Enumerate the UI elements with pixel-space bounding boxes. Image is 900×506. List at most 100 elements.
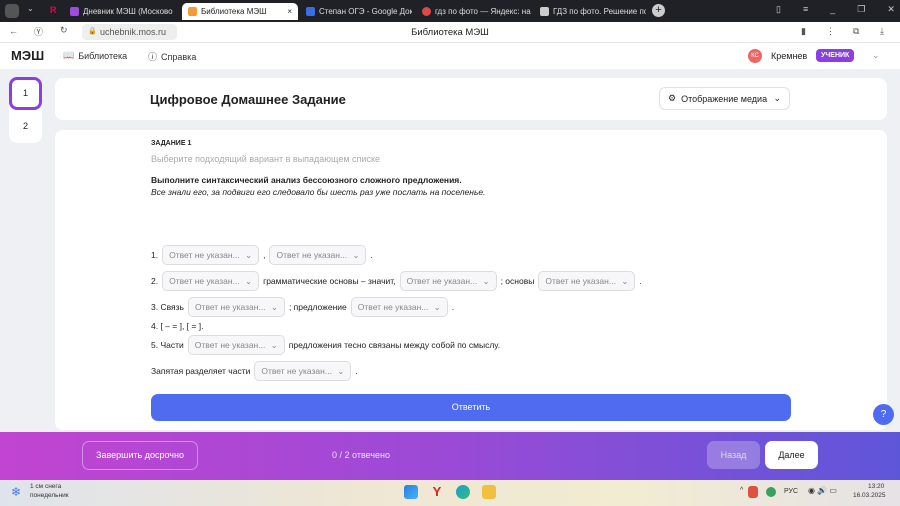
answer-select[interactable]: Ответ не указан... ⌄ [269,245,367,265]
select-placeholder: Ответ не указан... [261,366,332,376]
browser-tab-bar: ⌄ R Дневник МЭШ (Москово Библиотека МЭШ ×… [0,0,900,22]
bookmarks-icon[interactable]: ▯ [776,4,781,15]
download-icon[interactable]: ⤓ [880,26,884,37]
media-display-button[interactable]: ⚙ Отображение медиа ⌄ [659,87,790,110]
tab-google-doc[interactable]: Степан ОГЭ - Google Док [300,3,412,20]
more-icon[interactable]: ⋮ [826,26,835,37]
snow-weather-icon[interactable]: ❄ [11,485,21,499]
tab-favicon [422,7,431,16]
extensions-icon[interactable]: ⧉ [853,26,859,37]
row-text: грамматические основы – значит, [263,276,396,286]
tabs-dropdown-icon[interactable]: ⌄ [27,4,34,13]
task-nav-1[interactable]: 1 [9,77,42,110]
app-header: МЭШ 📖 Библиотека ⓘ Справка КС Кремнев УЧЕН… [0,43,900,69]
nav-library[interactable]: 📖 Библиотека [63,50,127,61]
answer-select[interactable]: Ответ не указан... ⌄ [162,271,260,291]
task-sentence: Все знали его, за подвиги его следовало … [151,187,486,197]
file-explorer-icon[interactable] [482,485,496,499]
answer-row-5: 5. Части Ответ не указан... ⌄ предложения… [151,335,500,355]
yandex-browser-taskbar-icon[interactable]: Y [430,485,444,499]
back-button[interactable]: Назад [707,441,760,469]
tab-yandex-search[interactable]: гдз по фото — Яндекс: на [416,3,532,20]
finish-early-button[interactable]: Завершить досрочно [82,441,198,470]
row-text: 4. [ – = ], [ = ]. [151,321,204,331]
task-hint: Выберите подходящий вариант в выпадающем… [151,154,380,164]
chevron-down-icon: ⌄ [352,249,360,260]
task-nav-2[interactable]: 2 [9,114,42,138]
chevron-down-icon[interactable]: ⌄ [872,50,880,61]
answer-select[interactable]: Ответ не указан... ⌄ [254,361,352,381]
help-button[interactable]: ? [873,404,894,425]
maximize-icon[interactable]: ❐ [857,4,865,15]
clock-time: 13:20 [868,483,885,490]
browser-profile-icon[interactable] [5,4,19,18]
task-instruction: Выполните синтаксический анализ бессоюзн… [151,175,462,185]
page-title-bar: Библиотека МЭШ [411,27,489,38]
bookmark-icon[interactable]: ▮ [801,26,806,37]
tab-biblioteka[interactable]: Библиотека МЭШ × [182,3,298,20]
answer-select[interactable]: Ответ не указан... ⌄ [399,271,497,291]
language-indicator[interactable]: РУС [784,488,798,495]
mesh-logo[interactable]: МЭШ [11,48,44,63]
row-text: ; предложение [288,302,347,312]
tab-favicon [70,7,79,16]
user-name[interactable]: Кремнев [771,51,807,61]
select-placeholder: Ответ не указан... [357,302,429,312]
tab-label: Степан ОГЭ - Google Док [319,7,412,16]
tab-gdz[interactable]: ГДЗ по фото. Решение по [534,3,646,20]
page-title: Цифровое Домашнее Задание [150,92,346,107]
tab-label: ГДЗ по фото. Решение по [553,7,646,16]
submit-answer-button[interactable]: Ответить [151,394,791,421]
tab-dnevnik[interactable]: Дневник МЭШ (Москово [64,3,180,20]
select-placeholder: Ответ не указан... [194,340,266,350]
answer-row-1: 1. Ответ не указан... ⌄ , Ответ не указан… [151,245,373,265]
select-placeholder: Ответ не указан... [276,250,348,260]
window-controls: ▯ ≡ _ ❐ ✕ [776,4,895,15]
chevron-down-icon: ⌄ [270,339,278,350]
wifi-volume-battery-icons[interactable]: ◉ 🔊 ▭ [808,486,837,495]
answer-select[interactable]: Ответ не указан... ⌄ [162,245,260,265]
windows-taskbar: ❄ 1 см снега понедельник ^ РУС ◉ 🔊 ▭ 13:… [0,480,900,506]
answer-select[interactable]: Ответ не указан... ⌄ [187,335,285,355]
book-icon: 📖 [63,50,75,60]
header-card: Цифровое Домашнее Задание ⚙ Отображение м… [55,78,887,120]
answer-row-4: 4. [ – = ], [ = ]. [151,321,203,331]
row-text: предложения тесно связаны между собой по… [288,340,501,350]
close-window-icon[interactable]: ✕ [887,4,895,15]
nav-label: Библиотека [78,50,128,61]
answer-row-3: 3. Связь Ответ не указан... ⌄ ; предложен… [151,297,454,317]
tab-label: Дневник МЭШ (Москово [83,7,173,16]
tray-app-icon[interactable] [748,486,758,498]
settings-icon: ⚙ [668,93,677,103]
clock-date: 16.03.2025 [853,492,886,499]
task-label: ЗАДАНИЕ 1 [151,140,192,147]
select-placeholder: Ответ не указан... [169,276,240,286]
answer-select[interactable]: Ответ не указан... ⌄ [538,271,636,291]
answer-select[interactable]: Ответ не указан... ⌄ [187,297,285,317]
menu-icon[interactable]: ≡ [803,4,808,15]
close-tab-icon[interactable]: × [287,7,292,16]
edge-icon[interactable] [456,485,470,499]
yandex-icon[interactable]: R [50,5,57,15]
avatar[interactable]: КС [748,49,762,63]
answer-select[interactable]: Ответ не указан... ⌄ [350,297,448,317]
row-text: 3. Связь [151,302,184,312]
row-text: . [355,366,358,376]
select-placeholder: Ответ не указан... [194,302,266,312]
nav-help[interactable]: ⓘ Справка [148,50,196,63]
windows-start-icon[interactable] [404,485,418,499]
row-text: 5. Части [151,340,184,350]
role-badge: УЧЕНИК [816,49,855,62]
select-placeholder: Ответ не указан... [406,276,478,286]
chevron-down-icon: ⌄ [482,275,490,286]
tray-app-icon[interactable] [766,487,776,497]
minimize-icon[interactable]: _ [830,4,835,15]
row-text: , [263,250,266,260]
tab-label: Библиотека МЭШ [201,7,267,16]
answer-row-2: 2. Ответ не указан... ⌄ грамматические ос… [151,271,642,291]
row-text: . [451,302,455,312]
new-tab-button[interactable]: + [652,4,665,17]
next-button[interactable]: Далее [765,441,818,469]
tray-chevron-icon[interactable]: ^ [740,487,743,494]
tab-label: гдз по фото — Яндекс: на [435,7,531,16]
